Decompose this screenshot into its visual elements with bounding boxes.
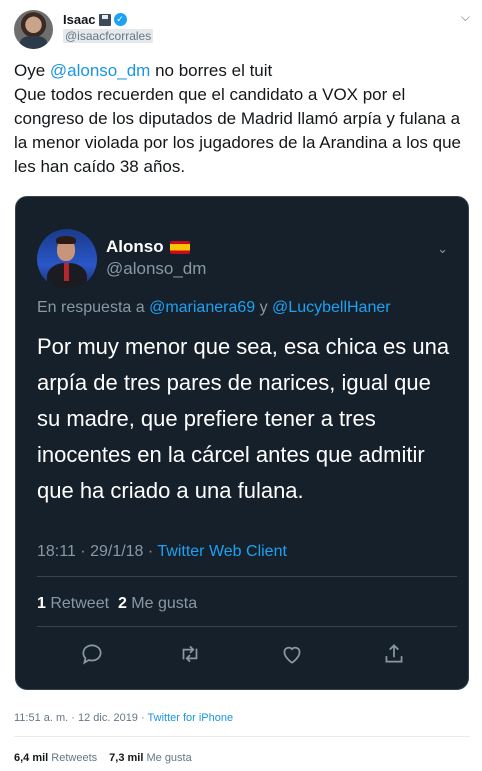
author-name[interactable]: Isaac: [63, 12, 96, 27]
like-count: 7,3 mil: [109, 752, 144, 764]
quoted-author-handle: @alonso_dm: [106, 259, 207, 278]
quoted-retweet-label: Retweet: [45, 595, 110, 612]
reply-and: y: [255, 299, 273, 316]
share-icon: [385, 644, 403, 663]
retweet-icon: [182, 645, 198, 663]
tweet-timestamp[interactable]: 11:51 a. m. · 12 dic. 2019 ·: [14, 712, 148, 724]
quoted-tweet-image[interactable]: Alonso @alonso_dm ⌄ En respuesta a @mari…: [15, 196, 469, 690]
author-name-row: Isaac ✓: [63, 12, 127, 27]
quoted-name-row: Alonso: [106, 237, 190, 257]
reply-to-line: En respuesta a @marianera69 y @LucybellH…: [37, 299, 391, 317]
tweet-text-prefix: Oye: [14, 61, 50, 80]
quoted-tweet-text: Por muy menor que sea, esa chica es una …: [37, 334, 450, 503]
floppy-disk-icon: [98, 13, 111, 26]
reply-mention-1: @marianera69: [149, 299, 256, 316]
tweet-body: Que todos recuerden que el candidato a V…: [14, 85, 462, 176]
tweet-client[interactable]: Twitter for iPhone: [148, 712, 234, 724]
quoted-tweet-stats: 1 Retweet 2 Me gusta: [37, 595, 197, 613]
spain-flag-icon: [169, 240, 190, 254]
like-label: Me gusta: [143, 752, 192, 764]
quoted-retweet-count: 1: [37, 595, 46, 612]
divider: [14, 736, 470, 737]
quoted-like-count: 2: [117, 595, 127, 612]
tweet-meta: 11:51 a. m. · 12 dic. 2019 · Twitter for…: [14, 712, 233, 724]
author-handle[interactable]: @isaacfcorrales: [63, 29, 154, 43]
quoted-client: Twitter Web Client: [157, 543, 287, 560]
reply-icon: [82, 644, 102, 665]
retweet-label: Retweets: [48, 752, 98, 764]
quoted-time: 18:11 · 29/1/18 ·: [37, 543, 158, 560]
retweet-count: 6,4 mil: [14, 752, 49, 764]
verified-badge-icon: ✓: [113, 13, 127, 26]
quoted-author-name: Alonso: [106, 237, 164, 256]
quoted-author-avatar: [37, 229, 97, 289]
quoted-tweet-meta: 18:11 · 29/1/18 · Twitter Web Client: [37, 543, 287, 561]
chevron-down-icon: ⌄: [437, 241, 448, 256]
like-icon: [283, 646, 301, 664]
quoted-like-label: Me gusta: [126, 595, 198, 612]
reply-prefix: En respuesta a: [37, 299, 150, 316]
tweet-stats: 6,4 mil Retweets 7,3 mil Me gusta: [14, 752, 192, 764]
retweets-stat[interactable]: 6,4 mil Retweets: [14, 752, 97, 764]
tweet-line-1: Oye @alonso_dm no borres el tuit: [14, 59, 470, 83]
divider: [37, 576, 457, 577]
divider: [37, 626, 457, 627]
author-avatar[interactable]: [14, 10, 53, 49]
likes-stat[interactable]: 7,3 mil Me gusta: [109, 752, 192, 764]
tweet-text-suffix: no borres el tuit: [150, 61, 273, 80]
chevron-down-icon[interactable]: ⌵: [461, 10, 470, 25]
quoted-action-bar: [37, 639, 457, 669]
mention-link[interactable]: @alonso_dm: [50, 61, 150, 80]
tweet-text: Oye @alonso_dm no borres el tuit Que tod…: [14, 59, 470, 179]
reply-mention-2: @LucybellHaner: [272, 299, 391, 316]
tweet-header: Isaac ✓ @isaacfcorrales ⌵: [14, 10, 470, 50]
